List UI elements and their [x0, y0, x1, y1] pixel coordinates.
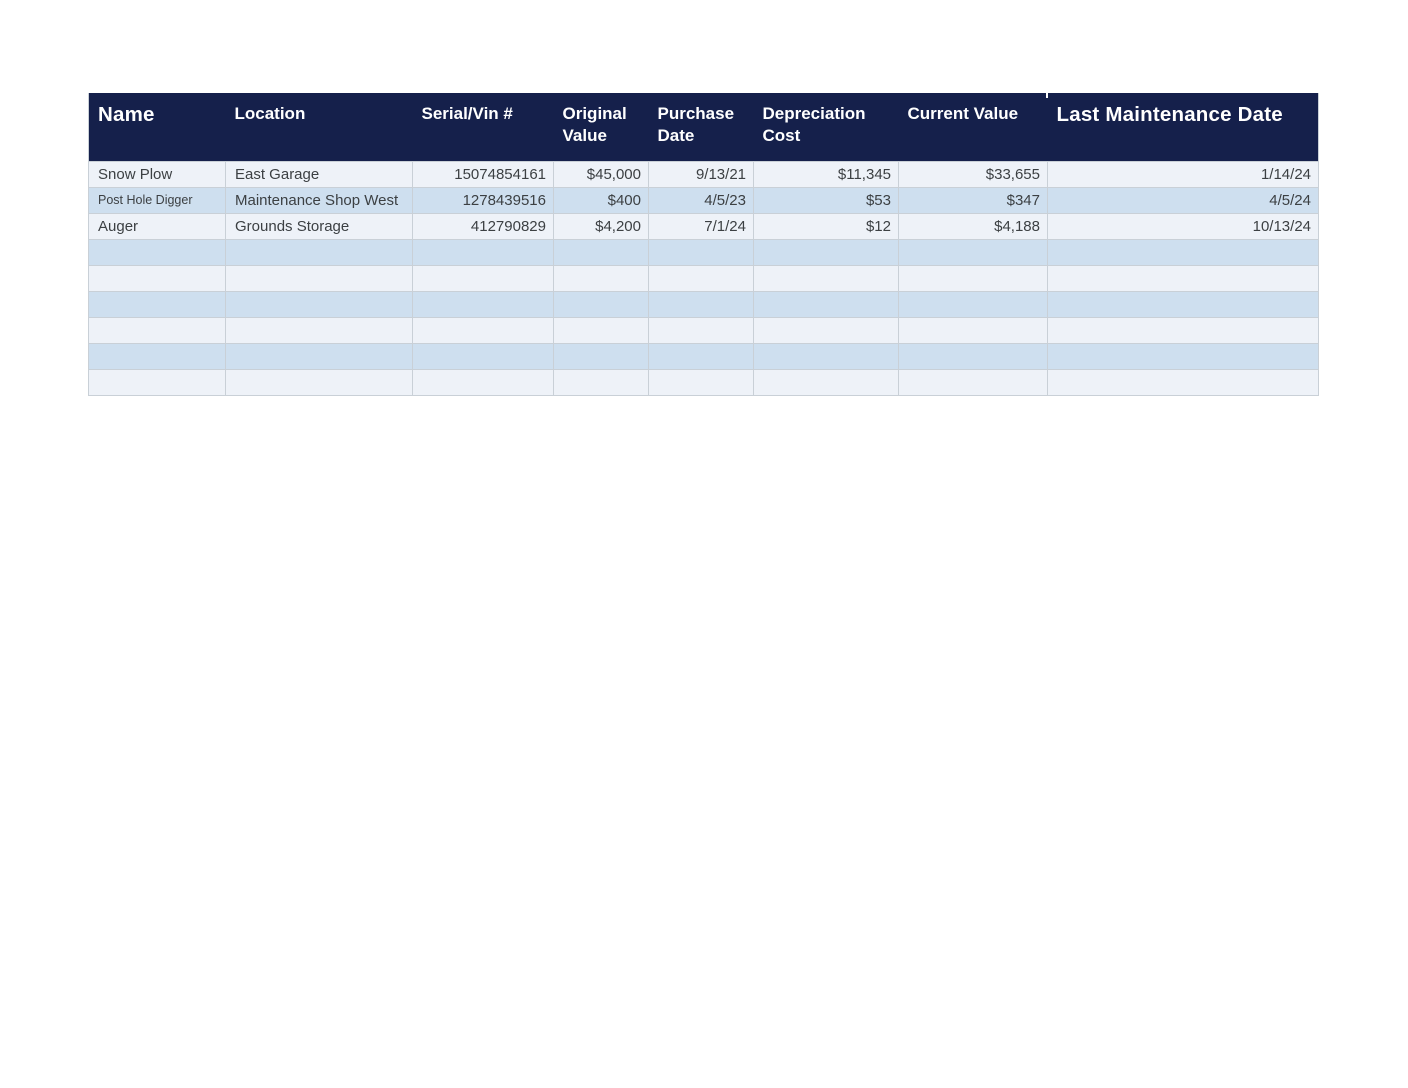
- cell-original_value[interactable]: [553, 342, 649, 370]
- cell-name[interactable]: [88, 342, 226, 370]
- cell-last_maintenance[interactable]: [1047, 264, 1319, 292]
- cell-location[interactable]: [225, 316, 413, 344]
- cell-serial[interactable]: 412790829: [412, 212, 554, 240]
- column-header-purchase_date[interactable]: Purchase Date: [648, 93, 754, 161]
- cell-name[interactable]: Auger: [88, 212, 226, 240]
- table-row: Snow Plow East Garage 15074854161 $45,000 9/…: [88, 160, 1319, 188]
- cell-original_value[interactable]: [553, 238, 649, 266]
- cell-purchase_date[interactable]: 7/1/24: [648, 212, 754, 240]
- cell-last_maintenance[interactable]: 4/5/24: [1047, 186, 1319, 214]
- column-header-last_maintenance[interactable]: Last Maintenance Date: [1047, 93, 1319, 161]
- empty-table-row: [88, 290, 1319, 318]
- cell-last_maintenance[interactable]: [1047, 342, 1319, 370]
- header-gap-notch: [1046, 93, 1048, 98]
- cell-depreciation_cost[interactable]: $53: [753, 186, 899, 214]
- cell-depreciation_cost[interactable]: [753, 264, 899, 292]
- empty-table-row: [88, 264, 1319, 292]
- column-header-name[interactable]: Name: [88, 93, 226, 161]
- cell-current_value[interactable]: [898, 290, 1048, 318]
- cell-last_maintenance[interactable]: [1047, 238, 1319, 266]
- cell-original_value[interactable]: [553, 264, 649, 292]
- cell-name[interactable]: Post Hole Digger: [88, 186, 226, 214]
- cell-location[interactable]: [225, 368, 413, 396]
- cell-serial[interactable]: [412, 368, 554, 396]
- cell-location[interactable]: East Garage: [225, 160, 413, 188]
- cell-depreciation_cost[interactable]: [753, 290, 899, 318]
- cell-location[interactable]: [225, 264, 413, 292]
- cell-last_maintenance[interactable]: [1047, 368, 1319, 396]
- cell-current_value[interactable]: $347: [898, 186, 1048, 214]
- cell-serial[interactable]: [412, 316, 554, 344]
- cell-name[interactable]: [88, 238, 226, 266]
- cell-original_value[interactable]: $45,000: [553, 160, 649, 188]
- cell-serial[interactable]: [412, 238, 554, 266]
- cell-depreciation_cost[interactable]: [753, 316, 899, 344]
- cell-purchase_date[interactable]: [648, 368, 754, 396]
- empty-table-row: [88, 238, 1319, 266]
- cell-serial[interactable]: 15074854161: [412, 160, 554, 188]
- cell-purchase_date[interactable]: [648, 264, 754, 292]
- empty-table-row: [88, 368, 1319, 396]
- cell-original_value[interactable]: [553, 290, 649, 318]
- cell-current_value[interactable]: [898, 368, 1048, 396]
- cell-location[interactable]: [225, 342, 413, 370]
- empty-table-row: [88, 316, 1319, 344]
- cell-last_maintenance[interactable]: 10/13/24: [1047, 212, 1319, 240]
- cell-purchase_date[interactable]: [648, 342, 754, 370]
- cell-last_maintenance[interactable]: 1/14/24: [1047, 160, 1319, 188]
- column-header-serial[interactable]: Serial/Vin #: [412, 93, 554, 161]
- column-header-depreciation_cost[interactable]: Depreciation Cost: [753, 93, 899, 161]
- column-header-original_value[interactable]: Original Value: [553, 93, 649, 161]
- cell-serial[interactable]: [412, 290, 554, 318]
- cell-depreciation_cost[interactable]: $11,345: [753, 160, 899, 188]
- cell-current_value[interactable]: [898, 342, 1048, 370]
- cell-purchase_date[interactable]: [648, 290, 754, 318]
- cell-location[interactable]: Maintenance Shop West: [225, 186, 413, 214]
- cell-purchase_date[interactable]: [648, 238, 754, 266]
- cell-depreciation_cost[interactable]: $12: [753, 212, 899, 240]
- cell-original_value[interactable]: $400: [553, 186, 649, 214]
- cell-serial[interactable]: [412, 264, 554, 292]
- column-header-current_value[interactable]: Current Value: [898, 93, 1048, 161]
- cell-current_value[interactable]: [898, 316, 1048, 344]
- cell-name[interactable]: [88, 368, 226, 396]
- cell-purchase_date[interactable]: 4/5/23: [648, 186, 754, 214]
- cell-name[interactable]: Snow Plow: [88, 160, 226, 188]
- cell-serial[interactable]: 1278439516: [412, 186, 554, 214]
- asset-spreadsheet: Name Location Serial/Vin # Original Value Pu…: [88, 93, 1319, 396]
- table-header: Name Location Serial/Vin # Original Value Pu…: [88, 93, 1319, 161]
- cell-serial[interactable]: [412, 342, 554, 370]
- cell-original_value[interactable]: [553, 368, 649, 396]
- column-header-location[interactable]: Location: [225, 93, 413, 161]
- cell-current_value[interactable]: $4,188: [898, 212, 1048, 240]
- cell-current_value[interactable]: [898, 264, 1048, 292]
- cell-name[interactable]: [88, 316, 226, 344]
- cell-depreciation_cost[interactable]: [753, 238, 899, 266]
- cell-purchase_date[interactable]: [648, 316, 754, 344]
- cell-original_value[interactable]: [553, 316, 649, 344]
- equipment-table: Name Location Serial/Vin # Original Value Pu…: [88, 93, 1319, 396]
- table-row: Auger Grounds Storage 412790829 $4,200 7/1/2…: [88, 212, 1319, 240]
- cell-last_maintenance[interactable]: [1047, 290, 1319, 318]
- cell-original_value[interactable]: $4,200: [553, 212, 649, 240]
- table-row: Post Hole Digger Maintenance Shop West 127…: [88, 186, 1319, 214]
- cell-location[interactable]: [225, 290, 413, 318]
- cell-location[interactable]: [225, 238, 413, 266]
- cell-depreciation_cost[interactable]: [753, 368, 899, 396]
- empty-table-row: [88, 342, 1319, 370]
- cell-location[interactable]: Grounds Storage: [225, 212, 413, 240]
- cell-name[interactable]: [88, 290, 226, 318]
- header-row: Name Location Serial/Vin # Original Value Pu…: [88, 93, 1319, 161]
- cell-depreciation_cost[interactable]: [753, 342, 899, 370]
- page-background: Name Location Serial/Vin # Original Value Pu…: [0, 0, 1408, 1088]
- cell-current_value[interactable]: $33,655: [898, 160, 1048, 188]
- cell-current_value[interactable]: [898, 238, 1048, 266]
- cell-name[interactable]: [88, 264, 226, 292]
- cell-last_maintenance[interactable]: [1047, 316, 1319, 344]
- cell-purchase_date[interactable]: 9/13/21: [648, 160, 754, 188]
